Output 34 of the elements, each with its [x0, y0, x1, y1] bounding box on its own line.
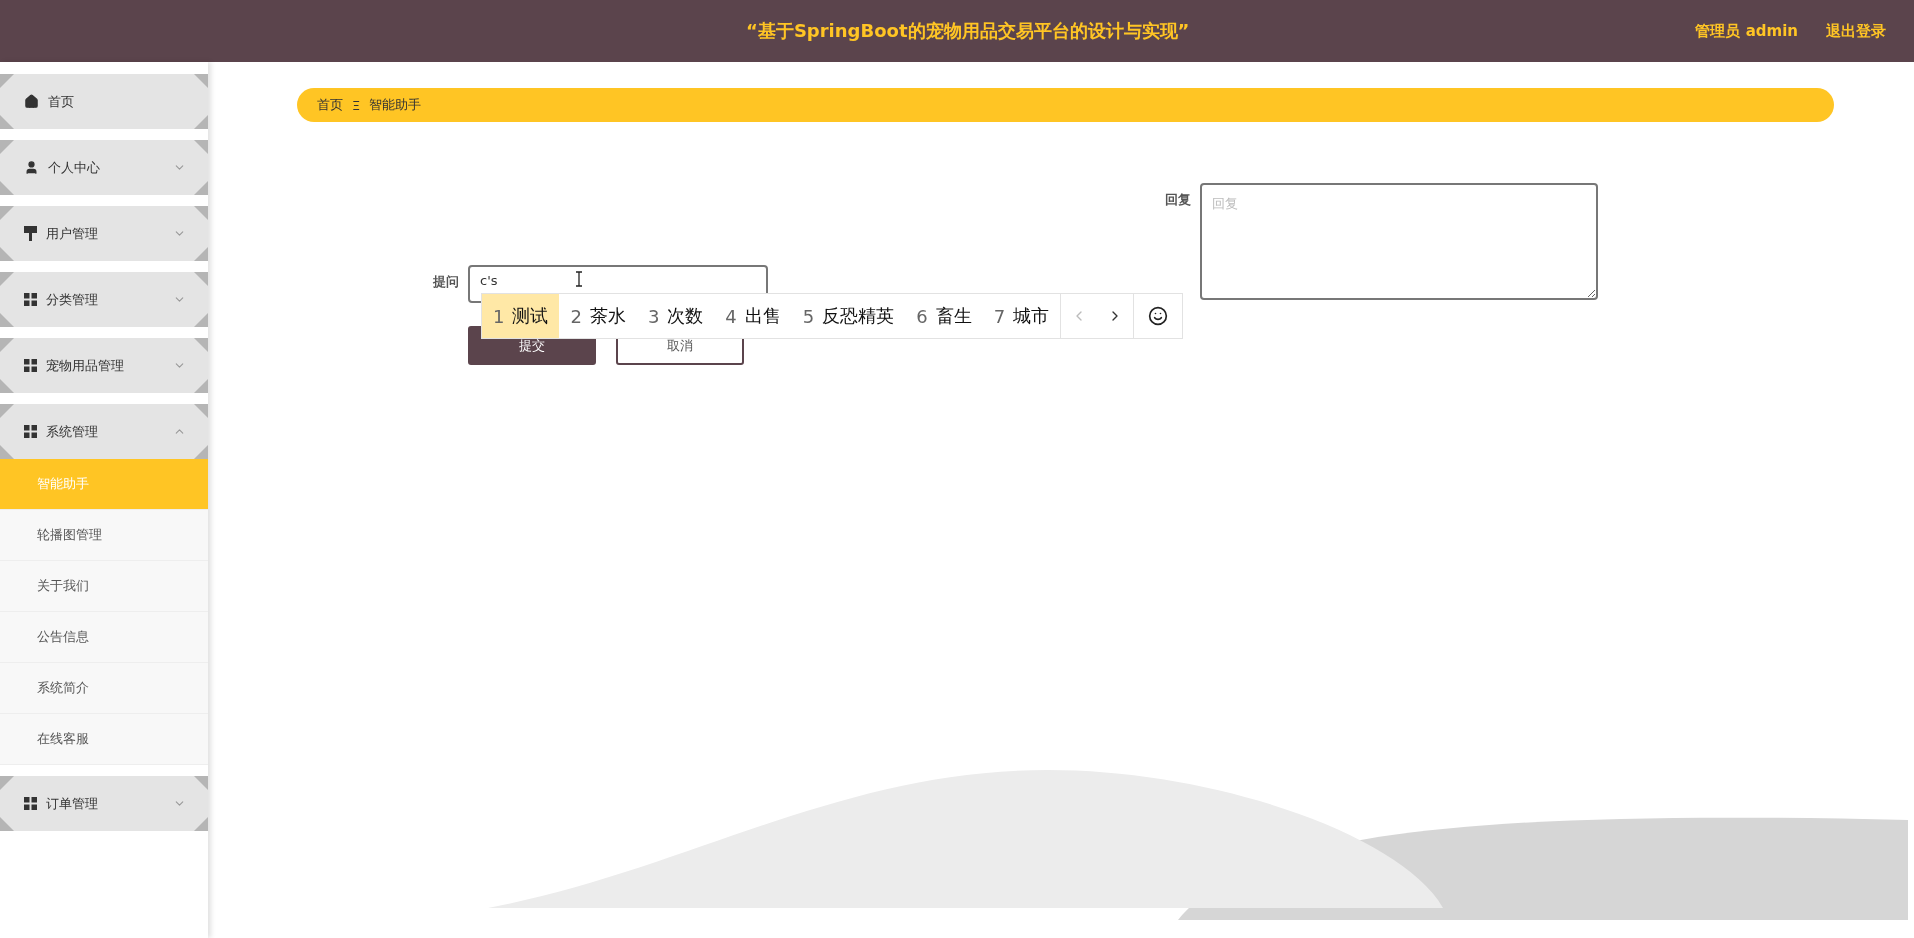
user-label: 管理员 admin	[1695, 21, 1798, 41]
submenu-item[interactable]: 公告信息	[0, 612, 208, 663]
menu-item[interactable]: 分类管理	[0, 272, 208, 327]
breadcrumb-item[interactable]: 首页	[317, 96, 343, 114]
submenu-item[interactable]: 系统简介	[0, 663, 208, 714]
ime-candidate[interactable]: 6 畜生	[905, 294, 983, 338]
ime-candidate[interactable]: 7 城市	[982, 294, 1061, 338]
ime-candidate[interactable]: 5 反恐精英	[791, 294, 906, 338]
brush-icon	[24, 226, 37, 241]
submenu-item[interactable]: 关于我们	[0, 561, 208, 612]
submenu-item[interactable]: 轮播图管理	[0, 510, 208, 561]
menu-item[interactable]: 宠物用品管理	[0, 338, 208, 393]
text-cursor-icon	[575, 271, 583, 287]
breadcrumb-separator: Ξ	[352, 97, 361, 113]
reply-textarea[interactable]: 回复	[1200, 183, 1598, 300]
grid-icon	[24, 359, 37, 372]
grid-icon	[24, 293, 37, 306]
user-icon	[24, 160, 39, 175]
ime-candidate[interactable]: 1 测试	[482, 294, 560, 338]
menu-item[interactable]: 首页	[0, 74, 208, 129]
home-icon	[24, 94, 39, 109]
grid-icon	[24, 425, 37, 438]
site-title: “基于SpringBoot的宠物用品交易平台的设计与实现”	[745, 19, 1191, 43]
menu-item[interactable]: 订单管理	[0, 776, 208, 831]
logout-link[interactable]: 退出登录	[1826, 21, 1886, 41]
menu-item[interactable]: 用户管理	[0, 206, 208, 261]
menu-item[interactable]: 个人中心	[0, 140, 208, 195]
grid-icon	[24, 797, 37, 810]
field-label: 回复	[1164, 191, 1192, 209]
field-label: 提问	[432, 273, 460, 291]
menu-item[interactable]: 系统管理	[0, 404, 208, 459]
smiley-icon	[1148, 306, 1169, 326]
breadcrumb-item: 智能助手	[369, 96, 422, 114]
submenu-item[interactable]: 在线客服	[0, 714, 208, 765]
